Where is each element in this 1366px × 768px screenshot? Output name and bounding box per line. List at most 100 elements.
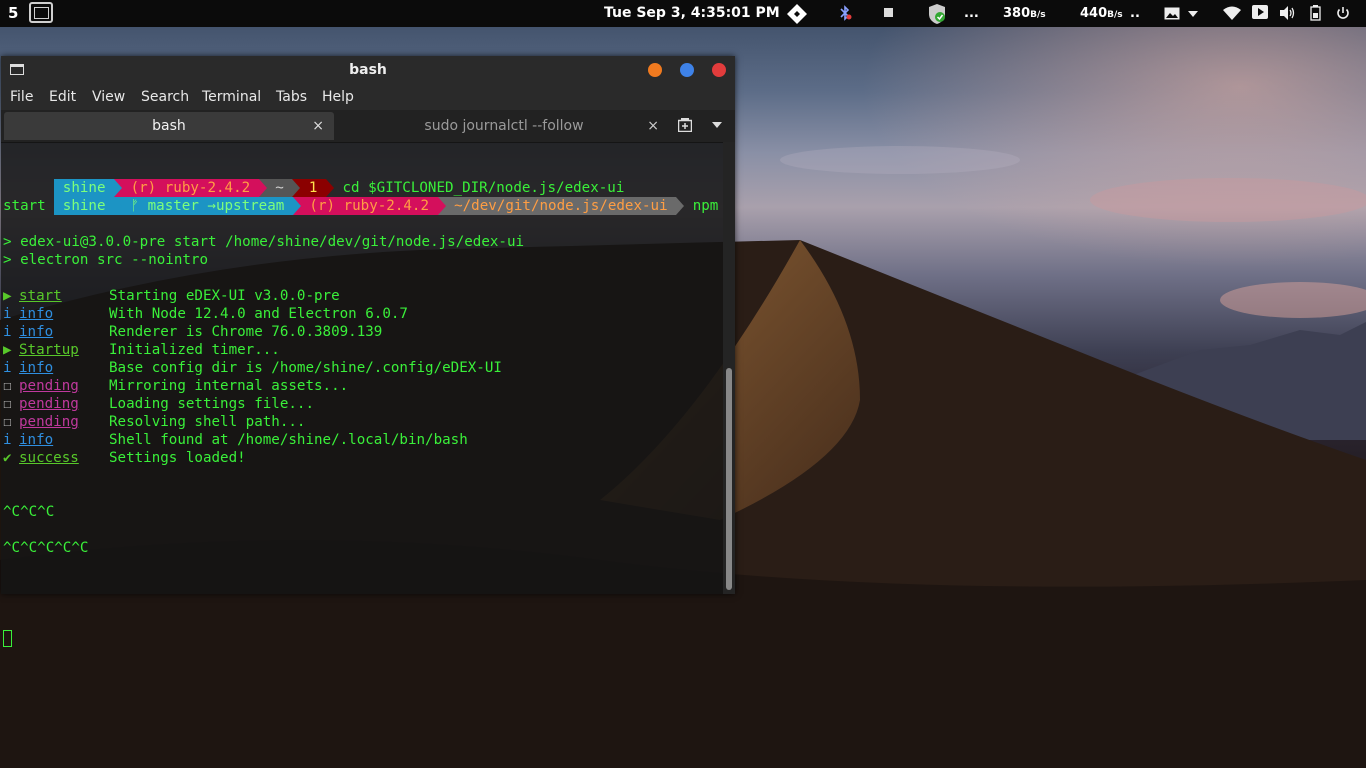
log-level: info xyxy=(19,432,54,448)
terminal-window: bash File Edit View Search Terminal Tabs… xyxy=(1,56,735,647)
net-upload-speed: 440B/s xyxy=(1080,6,1123,21)
close-button[interactable] xyxy=(712,63,726,77)
terminal-launcher-icon[interactable] xyxy=(29,2,53,23)
log-level: start xyxy=(19,288,62,304)
power-icon[interactable] xyxy=(1336,6,1350,20)
pending-level-icon: ☐ xyxy=(3,414,12,430)
prompt-line-2: shine ᚠ master →upstream (r) ruby-2.4.2 … xyxy=(3,179,718,215)
log-line: i info Renderer is Chrome 76.0.3809.139 xyxy=(3,323,382,341)
menu-view[interactable]: View xyxy=(92,84,125,110)
maximize-button[interactable] xyxy=(680,63,694,77)
window-title: bash xyxy=(349,62,387,78)
log-level: success xyxy=(19,450,79,466)
log-message: Initialized timer... xyxy=(109,342,280,358)
ctrl-c-line: ^C^C^C xyxy=(3,504,55,520)
log-level: Startup xyxy=(19,342,79,358)
new-tab-icon[interactable] xyxy=(678,118,692,132)
menu-bar: File Edit View Search Terminal Tabs Help xyxy=(1,84,735,110)
log-message: Resolving shell path... xyxy=(109,414,306,430)
info-level-icon: i xyxy=(3,324,12,340)
info-level-icon: i xyxy=(3,432,12,448)
info-level-icon: i xyxy=(3,360,12,376)
log-message: Mirroring internal assets... xyxy=(109,378,349,394)
log-message: Settings loaded! xyxy=(109,450,246,466)
log-line: ☐ pending Mirroring internal assets... xyxy=(3,377,348,395)
log-line: ✔ success Settings loaded! xyxy=(3,449,246,467)
npm-output-line: > edex-ui@3.0.0-pre start /home/shine/de… xyxy=(3,234,525,250)
panel-dots: ... xyxy=(964,6,979,21)
log-level: pending xyxy=(19,396,79,412)
bluetooth-icon[interactable] xyxy=(838,5,852,21)
terminal-output[interactable]: shine (r) ruby-2.4.2 ~ 1 cd $GITCLONED_D… xyxy=(1,143,723,647)
log-message: Renderer is Chrome 76.0.3809.139 xyxy=(109,324,383,340)
tab-menu-chevron-icon[interactable] xyxy=(712,122,722,128)
log-line: i info Shell found at /home/shine/.local/b… xyxy=(3,431,468,449)
wifi-icon[interactable] xyxy=(1223,6,1241,20)
clock[interactable]: Tue Sep 3, 4:35:01 PM xyxy=(604,0,780,27)
menu-file[interactable]: File xyxy=(10,84,33,110)
menu-help[interactable]: Help xyxy=(322,84,354,110)
wrapped-command: start xyxy=(3,198,46,214)
terminal-cursor xyxy=(3,630,12,647)
stop-square-icon[interactable] xyxy=(884,8,894,18)
menu-edit[interactable]: Edit xyxy=(49,84,76,110)
pending-level-icon: ☐ xyxy=(3,396,12,412)
log-level: info xyxy=(19,306,54,322)
image-icon[interactable] xyxy=(1164,7,1180,20)
tab-journalctl[interactable]: sudo journalctl --follow × xyxy=(339,112,669,140)
prompt-line-1: shine (r) ruby-2.4.2 ~ 1 cd $GITCLONED_D… xyxy=(3,161,624,197)
start-level-icon: ▶ xyxy=(3,342,12,358)
prompt-git-branch: ᚠ master →upstream xyxy=(122,197,293,215)
tab-close-icon[interactable]: × xyxy=(312,112,324,140)
command-text: npm xyxy=(684,198,719,214)
powerline-separator xyxy=(676,197,685,215)
powerline-separator xyxy=(292,197,301,215)
top-panel: 5 Tue Sep 3, 4:35:01 PM ... 380B/s 440B/… xyxy=(0,0,1366,27)
log-message: With Node 12.4.0 and Electron 6.0.7 xyxy=(109,306,408,322)
panel-dots-2: .. xyxy=(1130,6,1140,21)
powerline-separator xyxy=(114,197,123,215)
net-download-speed: 380B/s xyxy=(1003,6,1046,21)
log-line: ▶ Startup Initialized timer... xyxy=(3,341,280,359)
powerline-separator xyxy=(437,197,446,215)
menu-tabs[interactable]: Tabs xyxy=(276,84,307,110)
tab-bar: bash × sudo journalctl --follow × xyxy=(1,110,735,143)
volume-icon[interactable] xyxy=(1280,6,1296,20)
prompt-ruby: (r) ruby-2.4.2 xyxy=(300,197,438,215)
media-player-icon[interactable] xyxy=(1252,5,1269,21)
battery-icon[interactable] xyxy=(1310,5,1322,21)
log-level: pending xyxy=(19,414,79,430)
pending-level-icon: ☐ xyxy=(3,378,12,394)
tab-label: sudo journalctl --follow xyxy=(424,118,584,134)
prompt-user: shine xyxy=(54,197,115,215)
log-line: ▶ start Starting eDEX-UI v3.0.0-pre xyxy=(3,287,340,305)
info-level-icon: i xyxy=(3,306,12,322)
tab-bash[interactable]: bash × xyxy=(4,112,334,140)
log-line: i info Base config dir is /home/shine/.con… xyxy=(3,359,502,377)
tab-label: bash xyxy=(152,118,186,134)
scrollbar[interactable] xyxy=(723,142,735,594)
log-line: i info With Node 12.4.0 and Electron 6.0.7 xyxy=(3,305,408,323)
log-message: Shell found at /home/shine/.local/bin/ba… xyxy=(109,432,468,448)
log-message: Base config dir is /home/shine/.config/e… xyxy=(109,360,502,376)
start-level-icon: ▶ xyxy=(3,288,12,304)
shield-check-icon[interactable] xyxy=(927,3,947,25)
tab-close-icon[interactable]: × xyxy=(647,112,659,140)
ctrl-c-line: ^C^C^C^C^C xyxy=(3,540,89,556)
success-level-icon: ✔ xyxy=(3,450,12,466)
minimize-button[interactable] xyxy=(648,63,662,77)
log-line: ☐ pending Loading settings file... xyxy=(3,395,314,413)
workspace-indicator[interactable]: 5 xyxy=(8,0,18,27)
log-message: Loading settings file... xyxy=(109,396,314,412)
log-level: info xyxy=(19,324,54,340)
menu-search[interactable]: Search xyxy=(141,84,189,110)
menu-terminal[interactable]: Terminal xyxy=(202,84,261,110)
diamond-app-icon[interactable] xyxy=(786,3,808,25)
chevron-down-icon[interactable] xyxy=(1188,11,1198,17)
log-level: pending xyxy=(19,378,79,394)
log-level: info xyxy=(19,360,54,376)
prompt-dir: ~/dev/git/node.js/edex-ui xyxy=(445,197,677,215)
window-titlebar[interactable]: bash xyxy=(1,56,735,84)
scrollbar-thumb[interactable] xyxy=(726,368,732,590)
npm-output-line: > electron src --nointro xyxy=(3,252,208,268)
